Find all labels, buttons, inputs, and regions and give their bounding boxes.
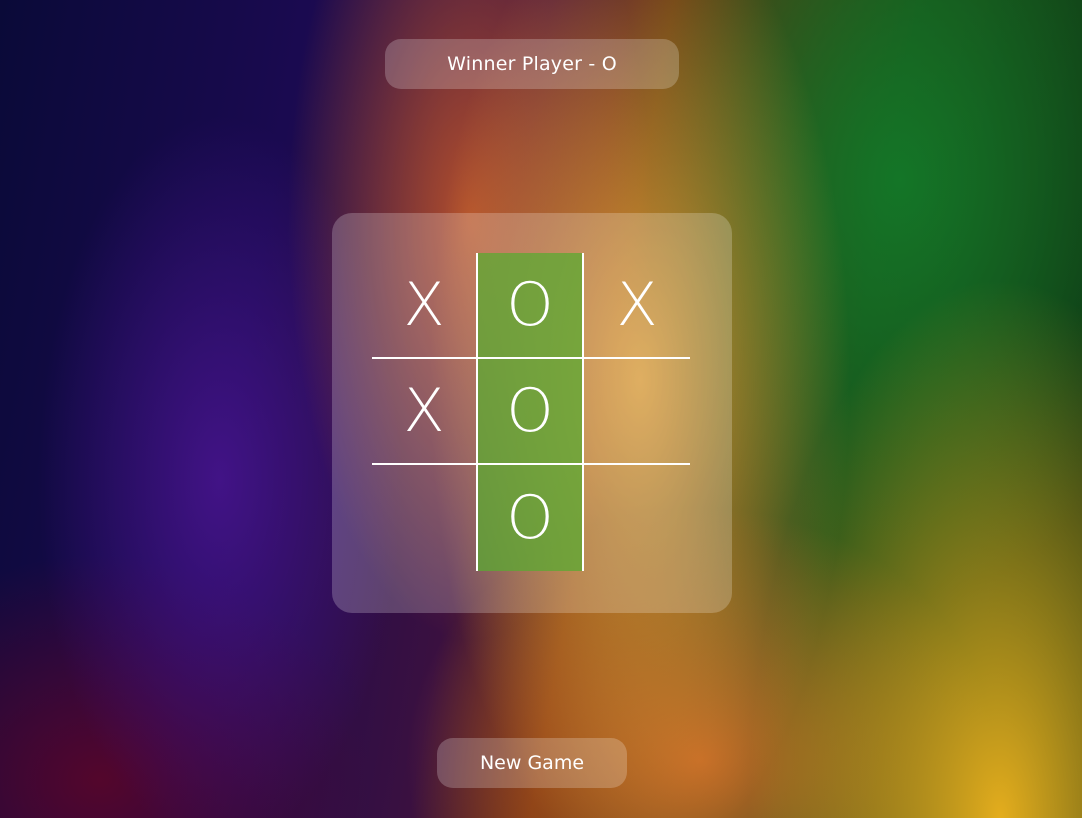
- board-cell-0[interactable]: X: [372, 253, 478, 359]
- board-cell-6[interactable]: [372, 465, 478, 571]
- board-cell-4[interactable]: O: [478, 359, 584, 465]
- board-cell-7[interactable]: O: [478, 465, 584, 571]
- board-cell-3[interactable]: X: [372, 359, 478, 465]
- board-cell-2[interactable]: X: [584, 253, 690, 359]
- board-cell-8[interactable]: [584, 465, 690, 571]
- status-text: Winner Player - O: [447, 53, 617, 75]
- board-cell-1[interactable]: O: [478, 253, 584, 359]
- new-game-button[interactable]: New Game: [437, 738, 627, 788]
- board-cell-5[interactable]: [584, 359, 690, 465]
- status-banner: Winner Player - O: [385, 39, 679, 89]
- game-board: X O X X O O: [372, 253, 692, 573]
